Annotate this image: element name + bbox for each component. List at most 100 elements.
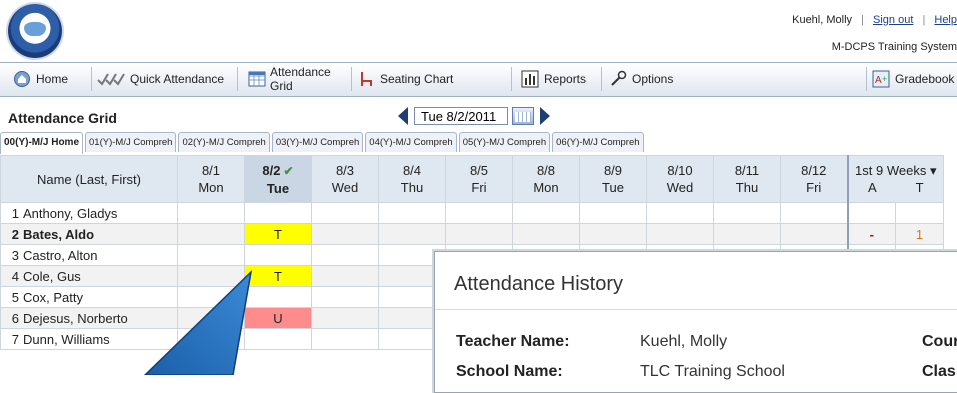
attendance-cell[interactable] (780, 223, 848, 245)
student-name-cell[interactable]: 7 Dunn, Williams (0, 328, 178, 350)
tab-6[interactable]: 06(Y)-M/J Compreh (552, 132, 644, 152)
attendance-cell[interactable] (311, 328, 379, 350)
day-column-header[interactable]: 8/10 Wed (646, 155, 714, 203)
attendance-cell[interactable] (177, 328, 245, 350)
grid-header-row: Name (Last, First) 8/1 Mon 8/2 ✔ Tue 8/3 Wed 8/4… (0, 155, 944, 203)
school-name-label: School Name: (456, 363, 563, 380)
attendance-cell[interactable] (311, 286, 379, 308)
day-date-text: 8/12 (801, 163, 827, 178)
attendance-cell[interactable] (177, 265, 245, 287)
date-field[interactable] (414, 107, 508, 125)
day-column-header[interactable]: 8/8 Mon (512, 155, 580, 203)
attendance-cell[interactable] (244, 244, 312, 266)
day-column-header[interactable]: 8/4 Thu (378, 155, 446, 203)
attendance-cell[interactable] (311, 307, 379, 329)
day-column-header[interactable]: 8/5 Fri (445, 155, 513, 203)
attendance-cell[interactable] (646, 202, 714, 224)
day-column-header[interactable]: 8/9 Tue (579, 155, 647, 203)
attendance-cell[interactable] (579, 202, 647, 224)
attendance-cell[interactable] (378, 223, 446, 245)
attendance-cell[interactable] (445, 202, 513, 224)
day-column-header[interactable]: 8/3 Wed (311, 155, 379, 203)
student-name-cell[interactable]: 2 Bates, Aldo (0, 223, 178, 245)
attendance-cell[interactable]: U (244, 307, 312, 329)
tab-3[interactable]: 03(Y)-M/J Compreh (271, 132, 364, 152)
attendance-cell[interactable] (445, 223, 513, 245)
tab-5[interactable]: 05(Y)-M/J Compreh (458, 132, 551, 152)
attendance-cell[interactable] (177, 286, 245, 308)
day-of-week: Tue (266, 180, 290, 196)
tab-4[interactable]: 04(Y)-M/J Compreh (365, 132, 457, 152)
day-column-header[interactable]: 8/11 Thu (713, 155, 781, 203)
class-tabs: 00(Y)-M/J Home 01(Y)-M/J Compreh 02(Y)-M/J… (0, 132, 646, 154)
attendance-cell[interactable] (780, 202, 848, 224)
app-header: Kuehl, Molly | Sign out | Help M-DCPS Tr… (0, 0, 957, 62)
attendance-cell[interactable] (512, 202, 580, 224)
term-column-header[interactable]: 1st 9 Weeks ▾ A T (846, 155, 944, 203)
name-column-header[interactable]: Name (Last, First) (0, 155, 178, 203)
attendance-cell[interactable] (177, 223, 245, 245)
day-of-week: Mon (533, 180, 559, 195)
home-button[interactable]: Home (8, 67, 92, 91)
attendance-cell[interactable]: T (244, 223, 312, 245)
options-button[interactable]: Options (604, 67, 704, 91)
wrench-icon (608, 70, 628, 88)
attendance-cell[interactable] (244, 286, 312, 308)
day-of-week: Fri (806, 180, 822, 195)
attendance-cell[interactable] (311, 244, 379, 266)
day-of-week: Mon (198, 180, 224, 195)
date-navigator (398, 105, 550, 127)
attendance-cell[interactable] (512, 223, 580, 245)
reports-button[interactable]: Reports (516, 67, 602, 91)
student-name-cell[interactable]: 6 Dejesus, Norberto (0, 307, 178, 329)
attendance-cell[interactable] (646, 223, 714, 245)
attendance-cell[interactable] (177, 244, 245, 266)
attendance-cell[interactable] (378, 202, 446, 224)
attendance-cell[interactable] (311, 223, 379, 245)
student-name: Cox, Patty (23, 289, 83, 305)
next-day-arrow-icon[interactable] (540, 107, 550, 125)
row-number: 7 (11, 331, 19, 347)
attendance-cell[interactable] (713, 223, 781, 245)
calendar-icon[interactable] (512, 107, 534, 125)
attendance-cell[interactable] (713, 202, 781, 224)
day-column-header[interactable]: 8/12 Fri (780, 155, 848, 203)
day-column-header[interactable]: 8/2 ✔ Tue (244, 155, 312, 203)
help-link[interactable]: Help (934, 14, 957, 26)
attendance-cell[interactable]: T (244, 265, 312, 287)
student-name-cell[interactable]: 4 Cole, Gus (0, 265, 178, 287)
row-number: 4 (11, 268, 19, 284)
attendance-grid-button[interactable]: Attendance Grid (244, 65, 352, 93)
dialog-title: Attendance History (454, 273, 623, 295)
student-name-cell[interactable]: 5 Cox, Patty (0, 286, 178, 308)
attendance-cell[interactable] (311, 265, 379, 287)
student-name-cell[interactable]: 1 Anthony, Gladys (0, 202, 178, 224)
dialog-divider (435, 309, 957, 310)
attendance-cell[interactable] (177, 307, 245, 329)
attendance-cell[interactable] (177, 202, 245, 224)
attendance-cell[interactable] (311, 202, 379, 224)
previous-day-arrow-icon[interactable] (398, 107, 408, 125)
course-label: Cour (922, 333, 957, 350)
tab-0[interactable]: 00(Y)-M/J Home (0, 132, 84, 154)
student-name: Bates, Aldo (23, 226, 95, 242)
bar-chart-icon (520, 70, 540, 88)
attendance-cell[interactable] (579, 223, 647, 245)
student-name-cell[interactable]: 3 Castro, Alton (0, 244, 178, 266)
seating-chart-button[interactable]: Seating Chart (352, 67, 512, 91)
home-icon (12, 70, 32, 88)
tardies-count-cell: 1 (895, 223, 944, 245)
quick-attendance-button[interactable]: Quick Attendance (92, 67, 238, 91)
attendance-cell[interactable] (244, 328, 312, 350)
day-column-header[interactable]: 8/1 Mon (177, 155, 245, 203)
chair-icon (356, 70, 376, 88)
attendance-cell[interactable] (244, 202, 312, 224)
term-dropdown[interactable]: 1st 9 Weeks ▾ (850, 162, 943, 179)
student-name: Cole, Gus (23, 268, 81, 284)
sign-out-link[interactable]: Sign out (873, 14, 913, 26)
reports-label: Reports (544, 72, 587, 86)
gradebook-button[interactable]: A + Gradebook (866, 67, 957, 91)
tab-1[interactable]: 01(Y)-M/J Compreh (85, 132, 177, 152)
tab-2[interactable]: 02(Y)-M/J Compreh (178, 132, 270, 152)
day-date-text: 8/5 (469, 163, 489, 178)
